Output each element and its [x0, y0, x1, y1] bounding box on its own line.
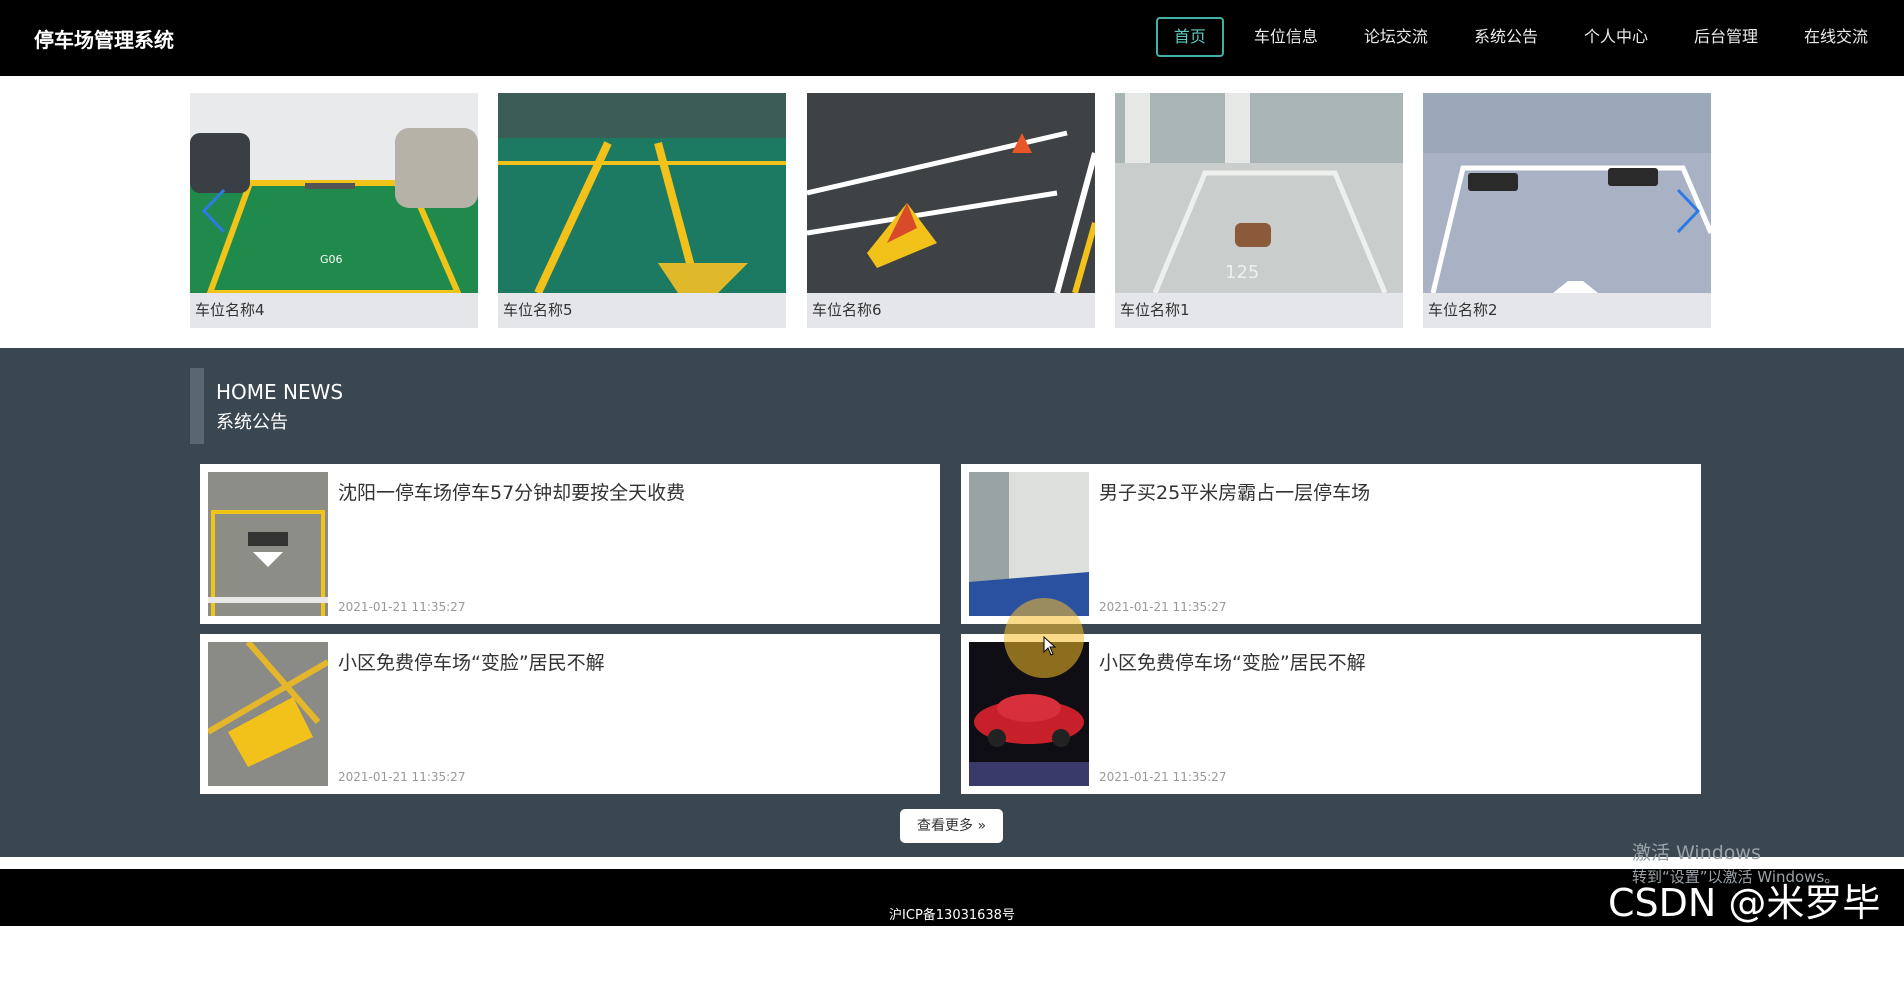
chevron-right-icon[interactable] — [1674, 186, 1702, 236]
news-thumbnail[interactable] — [208, 472, 328, 616]
nav-parking-info[interactable]: 车位信息 — [1238, 17, 1334, 57]
top-navbar: 停车场管理系统 首页 车位信息 论坛交流 系统公告 个人中心 后台管理 在线交流 — [0, 0, 1904, 76]
main-nav: 首页 车位信息 论坛交流 系统公告 个人中心 后台管理 在线交流 — [1142, 17, 1884, 57]
carousel-card[interactable]: 车位名称2 — [1423, 93, 1711, 328]
carousel-card[interactable]: 车位名称6 — [807, 93, 1095, 328]
windows-activation-title: 激活 Windows — [1632, 842, 1761, 864]
section-title-en: HOME NEWS — [216, 380, 344, 404]
svg-text:125: 125 — [1225, 262, 1259, 283]
news-date: 2021-01-21 11:35:27 — [1099, 600, 1227, 614]
news-date: 2021-01-21 11:35:27 — [1099, 770, 1227, 784]
parking-spot-carousel: G06 车位名称4 车位名称5 车位名称6 125 车位名称1 车位名称2 — [0, 76, 1904, 348]
carousel-caption: 车位名称1 — [1115, 293, 1403, 328]
carousel-caption: 车位名称6 — [807, 293, 1095, 328]
nav-online-chat[interactable]: 在线交流 — [1788, 17, 1884, 57]
news-item[interactable]: 小区免费停车场“变脸”居民不解 2021-01-21 11:35:27 — [200, 634, 940, 794]
parking-spot-image[interactable]: 125 — [1115, 93, 1403, 293]
nav-home[interactable]: 首页 — [1155, 17, 1224, 57]
mouse-cursor-icon — [1043, 635, 1057, 660]
parking-spot-image[interactable] — [807, 93, 1095, 293]
news-title[interactable]: 小区免费停车场“变脸”居民不解 — [1099, 648, 1366, 675]
section-title-cn: 系统公告 — [216, 412, 288, 433]
news-section: HOME NEWS 系统公告 沈阳一停车场停车57分钟却要按全天收费 2021-… — [0, 348, 1904, 857]
chevron-left-icon[interactable] — [200, 186, 228, 236]
nav-announcements[interactable]: 系统公告 — [1458, 17, 1554, 57]
view-more-label: 查看更多 — [916, 818, 973, 834]
nav-forum[interactable]: 论坛交流 — [1348, 17, 1444, 57]
carousel-caption: 车位名称2 — [1423, 293, 1711, 328]
site-brand[interactable]: 停车场管理系统 — [34, 24, 174, 53]
csdn-watermark: CSDN @米罗毕设 — [1608, 881, 1881, 980]
news-item[interactable]: 沈阳一停车场停车57分钟却要按全天收费 2021-01-21 11:35:27 — [200, 464, 940, 624]
carousel-card[interactable]: 125 车位名称1 — [1115, 93, 1403, 328]
news-title[interactable]: 男子买25平米房霸占一层停车场 — [1099, 478, 1370, 505]
svg-text:G06: G06 — [320, 253, 343, 266]
carousel-caption: 车位名称5 — [498, 293, 786, 328]
carousel-card[interactable]: G06 车位名称4 — [190, 93, 478, 328]
news-date: 2021-01-21 11:35:27 — [338, 770, 466, 784]
parking-spot-image[interactable] — [498, 93, 786, 293]
section-title-bar — [190, 368, 204, 444]
news-thumbnail[interactable] — [208, 642, 328, 786]
news-title[interactable]: 沈阳一停车场停车57分钟却要按全天收费 — [338, 478, 685, 505]
parking-spot-image[interactable] — [1423, 93, 1711, 293]
news-date: 2021-01-21 11:35:27 — [338, 600, 466, 614]
nav-admin[interactable]: 后台管理 — [1678, 17, 1774, 57]
news-thumbnail[interactable] — [969, 472, 1089, 616]
news-item[interactable]: 男子买25平米房霸占一层停车场 2021-01-21 11:35:27 — [961, 464, 1701, 624]
parking-spot-image[interactable]: G06 — [190, 93, 478, 293]
double-chevron-right-icon: » — [977, 818, 987, 834]
news-title[interactable]: 小区免费停车场“变脸”居民不解 — [338, 648, 605, 675]
carousel-card[interactable]: 车位名称5 — [498, 93, 786, 328]
carousel-caption: 车位名称4 — [190, 293, 478, 328]
view-more-button[interactable]: 查看更多 » — [900, 809, 1003, 843]
nav-personal-center[interactable]: 个人中心 — [1568, 17, 1664, 57]
